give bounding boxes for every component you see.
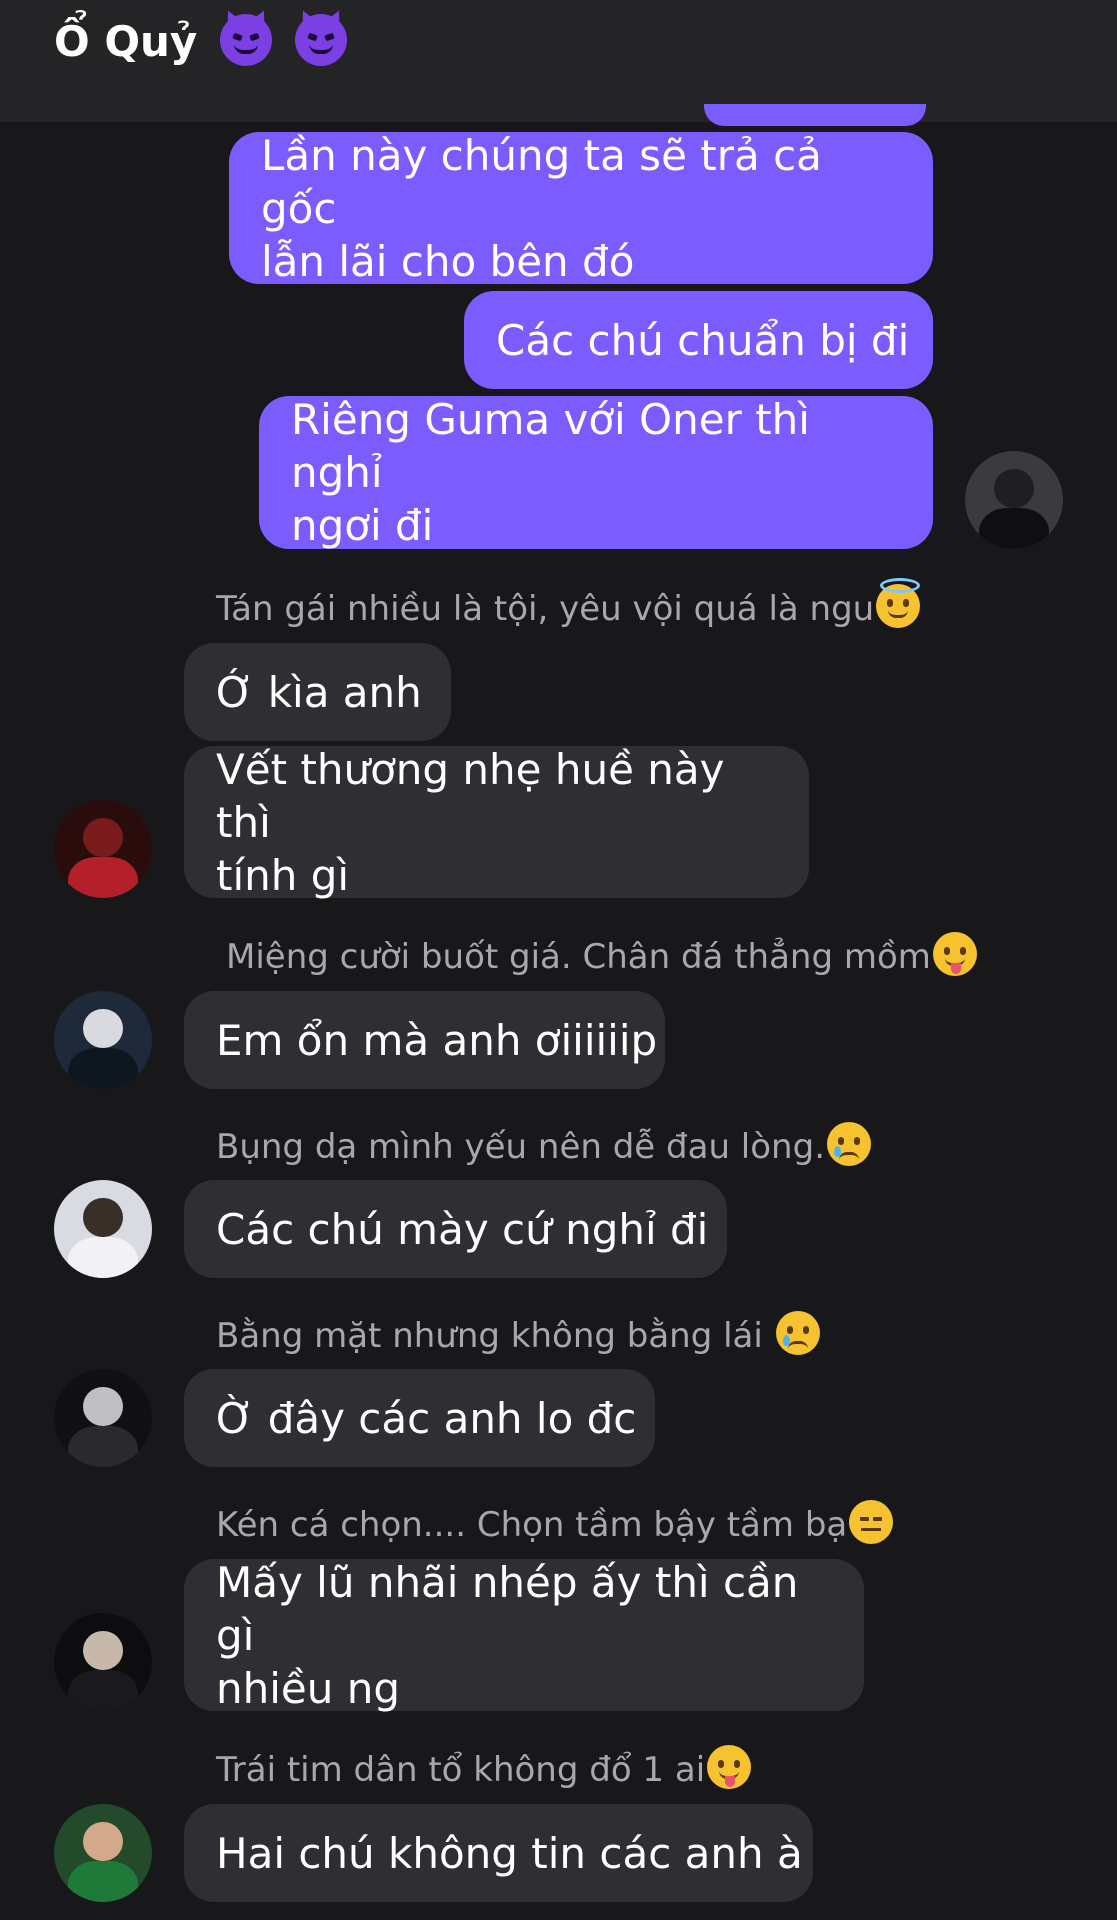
message-text: Các chú chuẩn bị đi bbox=[496, 315, 910, 365]
halo-emoji-icon bbox=[876, 578, 921, 628]
message-text: Ớ kìa anh bbox=[216, 667, 422, 717]
sender-name: Trái tim dân tổ không đổ 1 ai bbox=[216, 1745, 752, 1790]
chat-title[interactable]: Ổ Quỷ bbox=[54, 14, 347, 66]
message-text: Riêng Guma với Oner thì nghỉ ngơi đi bbox=[291, 395, 810, 550]
winking-tongue-emoji-icon bbox=[932, 932, 977, 976]
avatar[interactable] bbox=[54, 1180, 152, 1278]
expressionless-emoji-icon bbox=[849, 1500, 894, 1544]
avatar[interactable] bbox=[54, 1804, 152, 1902]
message-text: Các chú mày cứ nghỉ đi bbox=[216, 1204, 709, 1254]
message-bubble-outgoing[interactable]: Các chú chuẩn bị đi bbox=[464, 291, 933, 389]
avatar[interactable] bbox=[965, 451, 1063, 549]
chat-header: Ổ Quỷ bbox=[0, 0, 1117, 122]
message-bubble-outgoing[interactable]: Lần này chúng ta sẽ trả cả gốc lẫn lãi c… bbox=[229, 131, 933, 286]
message-text: Vết thương nhẹ huề này thì tính gì bbox=[216, 744, 725, 900]
crying-emoji-icon bbox=[827, 1122, 871, 1166]
message-bubble-incoming[interactable]: Vết thương nhẹ huề này thì tính gì bbox=[184, 745, 809, 900]
message-bubble-incoming[interactable]: Các chú mày cứ nghỉ đi bbox=[184, 1180, 727, 1278]
smiling-devil-icon bbox=[219, 14, 272, 66]
message-text: Lần này chúng ta sẽ trả cả gốc lẫn lãi c… bbox=[261, 130, 822, 286]
message-bubble-incoming[interactable]: Em ổn mà anh ơiiiiiip bbox=[184, 991, 665, 1089]
group-name: Ổ Quỷ bbox=[54, 17, 198, 66]
sender-name: Bằng mặt nhưng không bằng lái bbox=[216, 1311, 820, 1356]
message-text: Mấy lũ nhãi nhép ấy thì cần gì nhiều ng bbox=[216, 1557, 799, 1713]
avatar[interactable] bbox=[54, 1613, 152, 1711]
message-bubble-outgoing[interactable]: Riêng Guma với Oner thì nghỉ ngơi đi bbox=[259, 395, 933, 550]
message-bubble-incoming[interactable]: Hai chú không tin các anh à bbox=[184, 1804, 813, 1902]
message-text: Em ổn mà anh ơiiiiiip bbox=[216, 1015, 658, 1065]
sender-name: Bụng dạ mình yếu nên dễ đau lòng. bbox=[216, 1122, 871, 1167]
message-bubble-incoming[interactable]: Ớ kìa anh bbox=[184, 643, 451, 741]
avatar[interactable] bbox=[54, 800, 152, 898]
message-text: Ờ đây các anh lo đc bbox=[216, 1393, 637, 1443]
avatar[interactable] bbox=[54, 1369, 152, 1467]
message-bubble-incoming[interactable]: Ờ đây các anh lo đc bbox=[184, 1369, 655, 1467]
avatar[interactable] bbox=[54, 991, 152, 1089]
sender-name: Kén cá chọn.... Chọn tầm bậy tầm bạ bbox=[216, 1500, 894, 1545]
message-text: Hai chú không tin các anh à bbox=[216, 1828, 803, 1878]
sender-name: Tán gái nhiều là tội, yêu vội quá là ngu bbox=[216, 578, 921, 629]
winking-tongue-emoji-icon bbox=[707, 1745, 752, 1789]
smiling-devil-icon bbox=[294, 14, 347, 66]
sad-tear-emoji-icon bbox=[775, 1311, 820, 1355]
message-bubble-incoming[interactable]: Mấy lũ nhãi nhép ấy thì cần gì nhiều ng bbox=[184, 1558, 864, 1713]
message-bubble-outgoing-partial[interactable] bbox=[704, 104, 926, 126]
sender-name: Miệng cười buốt giá. Chân đá thẳng mồm bbox=[226, 932, 977, 977]
